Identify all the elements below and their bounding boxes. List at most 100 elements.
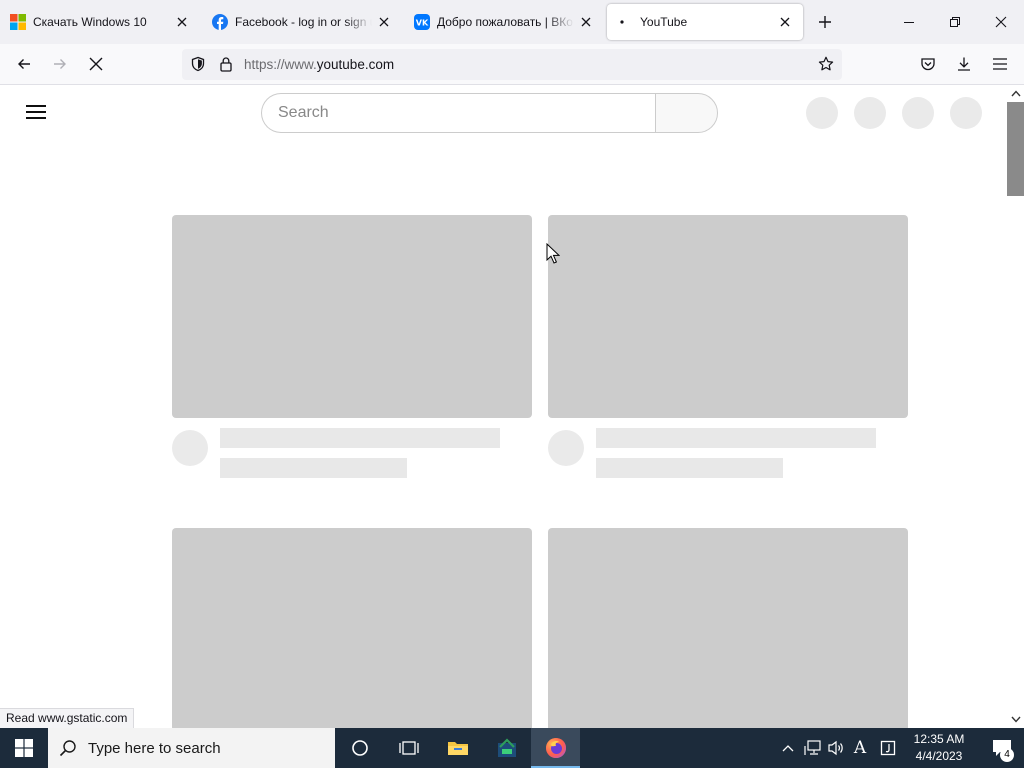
svg-text:VK: VK [416,19,429,28]
volume-button[interactable] [825,728,847,768]
url-prefix: https://www. [244,57,317,72]
video-title-placeholder [220,428,500,448]
lock-icon[interactable] [218,56,234,72]
page-scrollbar[interactable] [1007,85,1024,728]
close-tab-icon[interactable] [777,14,793,30]
pocket-icon [921,58,935,71]
clock-date: 4/4/2023 [915,749,963,763]
tab-windows-download[interactable]: Скачать Windows 10 [0,4,200,40]
forward-button[interactable] [46,50,74,78]
input-indicator[interactable]: A [849,728,871,768]
hamburger-menu-icon [993,58,1007,70]
back-arrow-icon [18,59,30,69]
close-window-button[interactable] [978,0,1024,44]
video-thumbnail-placeholder [172,528,532,728]
scroll-up-arrow-icon[interactable] [1007,85,1024,102]
vk-icon: VK [414,14,430,30]
tab-title: Добро пожаловать | ВКонтакте [437,15,574,29]
stop-icon [89,57,103,71]
close-tab-icon[interactable] [174,14,190,30]
clock-time: 12:35 AM [913,732,965,746]
search-button[interactable] [655,93,718,133]
tab-title: Скачать Windows 10 [33,15,147,29]
minimize-icon [904,22,914,23]
action-center-button[interactable]: 4 [980,728,1024,768]
restore-button[interactable] [932,0,978,44]
close-tab-icon[interactable] [578,14,594,30]
youtube-page [0,85,1007,728]
video-meta-placeholder [596,458,783,478]
search-box [261,93,718,133]
cortana-button[interactable] [335,728,384,768]
task-view-icon [398,741,419,755]
video-meta-placeholder [220,458,407,478]
url-domain: youtube.com [316,57,395,72]
video-thumbnail-placeholder [172,215,532,418]
search-icon [48,739,88,757]
loading-dot-icon [617,14,633,30]
cortana-icon [351,740,368,756]
header-icon-placeholder [854,97,886,129]
windows-taskbar: Type here to search A 12:35 AM 4/4/2023 … [0,728,1024,768]
tab-youtube[interactable]: YouTube [607,4,803,40]
tab-vkontakte[interactable]: VK Добро пожаловать | ВКонтакте [404,4,604,40]
folder-icon [447,742,468,755]
file-explorer-button[interactable] [433,728,482,768]
close-tab-icon[interactable] [376,14,392,30]
tracking-protection-shield-icon[interactable] [190,56,206,72]
new-tab-button[interactable] [813,10,837,34]
notification-count-badge: 4 [1000,748,1014,762]
start-button[interactable] [0,728,48,768]
task-view-button[interactable] [384,728,433,768]
pocket-button[interactable] [914,50,942,78]
tab-facebook[interactable]: Facebook - log in or sign up [202,4,402,40]
guide-menu-button[interactable] [26,105,46,121]
back-button[interactable] [10,50,38,78]
download-icon [958,57,970,71]
taskbar-search-box[interactable]: Type here to search [48,728,335,768]
search-input[interactable] [261,93,655,133]
minimize-button[interactable] [886,0,932,44]
store-icon [497,738,516,757]
forward-arrow-icon [54,59,66,69]
menu-line [26,117,46,119]
close-icon [995,16,1007,28]
header-icon-placeholder [806,97,838,129]
network-button[interactable] [801,728,825,768]
bookmark-star-icon[interactable] [818,56,834,72]
facebook-icon [212,14,228,30]
scroll-down-arrow-icon[interactable] [1007,711,1024,728]
store-app-button[interactable] [482,728,531,768]
plus-icon [819,16,831,28]
ime-button[interactable] [876,728,900,768]
firefox-taskbar-button[interactable] [531,728,580,768]
menu-line [26,105,46,107]
tab-title: YouTube [640,15,688,29]
restore-icon [950,17,960,27]
clock[interactable]: 12:35 AM 4/4/2023 [906,731,972,765]
windows-start-icon [15,739,33,757]
video-thumbnail-placeholder [548,215,908,418]
tab-title: Facebook - log in or sign up [235,15,372,29]
url-text[interactable]: https://www.youtube.com [244,57,394,72]
speaker-icon [828,740,843,756]
scrollbar-thumb[interactable] [1007,102,1024,196]
ime-icon [880,740,896,756]
video-title-placeholder [596,428,876,448]
firefox-icon [545,738,566,758]
channel-avatar-placeholder [172,430,208,466]
taskbar-search-placeholder: Type here to search [88,739,221,757]
chevron-up-icon [782,745,794,752]
app-menu-button[interactable] [986,50,1014,78]
channel-avatar-placeholder [548,430,584,466]
header-icon-placeholder [902,97,934,129]
windows-logo-icon [10,14,26,30]
avatar-placeholder [950,97,982,129]
stop-loading-button[interactable] [82,50,110,78]
status-bar: Read www.gstatic.com [0,708,135,728]
address-bar[interactable]: https://www.youtube.com [182,49,842,80]
mouse-pointer-icon [546,243,560,264]
downloads-button[interactable] [950,50,978,78]
video-thumbnail-placeholder [548,528,908,728]
show-hidden-icons-button[interactable] [777,728,799,768]
